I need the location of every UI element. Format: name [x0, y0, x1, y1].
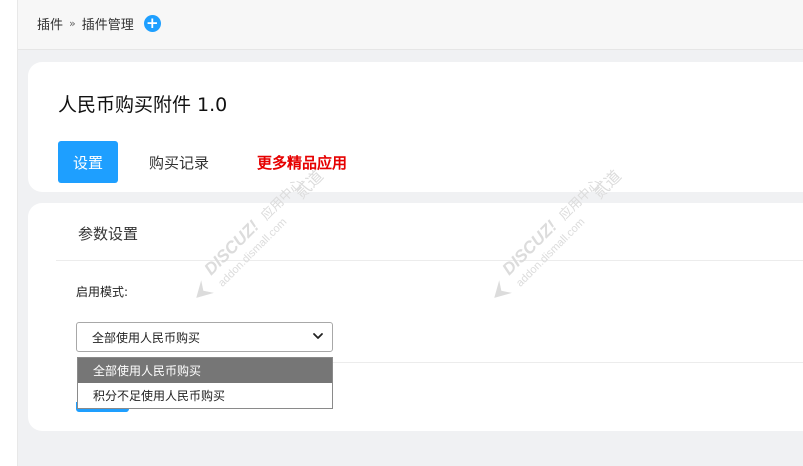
mode-select-dropdown: 全部使用人民币购买 积分不足使用人民币购买 [77, 357, 333, 409]
plus-circle-icon[interactable]: + [143, 15, 161, 32]
plugin-tabs: 设置 购买记录 更多精品应用 [58, 141, 347, 183]
section-divider [56, 260, 803, 261]
section-title: 参数设置 [78, 225, 139, 243]
breadcrumb-root[interactable]: 插件 [37, 14, 63, 33]
mode-select[interactable]: 全部使用人民币购买 [76, 322, 333, 352]
top-bar: 插件 » 插件管理 + [18, 0, 803, 50]
form-row-divider [333, 362, 803, 363]
mode-label: 启用模式: [76, 285, 129, 299]
dropdown-option-insufficient-credits[interactable]: 积分不足使用人民币购买 [78, 383, 332, 408]
page-title: 人民币购买附件 1.0 [58, 94, 228, 116]
breadcrumb-separator: » [69, 17, 76, 30]
chevron-down-icon [313, 333, 323, 339]
dropdown-option-all-rmb[interactable]: 全部使用人民币购买 [78, 358, 332, 383]
gutter-divider [17, 0, 18, 466]
breadcrumb-current[interactable]: 插件管理 [82, 14, 134, 33]
left-gutter [0, 0, 17, 466]
tab-settings[interactable]: 设置 [58, 141, 119, 183]
mode-select-value: 全部使用人民币购买 [92, 330, 201, 345]
breadcrumb: 插件 » 插件管理 + [37, 14, 161, 33]
tab-more-apps[interactable]: 更多精品应用 [257, 141, 347, 183]
plugin-header-card: 人民币购买附件 1.0 设置 购买记录 更多精品应用 [28, 62, 803, 192]
tab-purchase-records[interactable]: 购买记录 [149, 141, 209, 183]
